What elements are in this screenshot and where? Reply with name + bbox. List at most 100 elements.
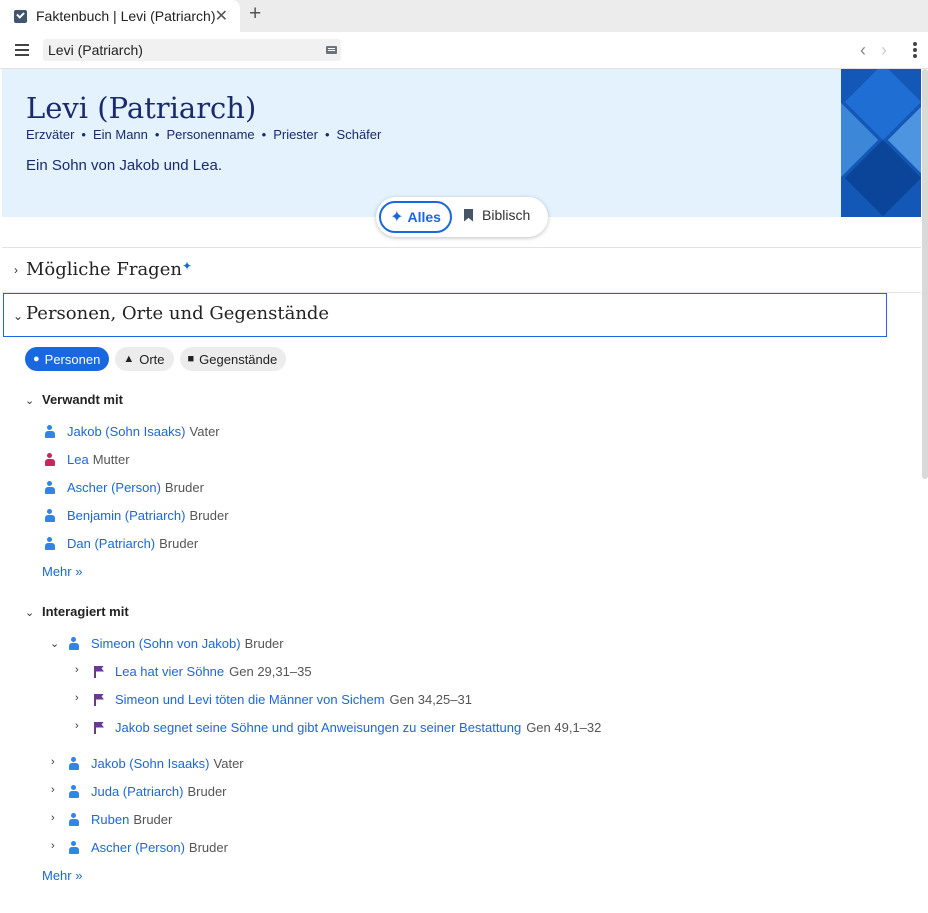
list-item: Juda (Patriarch) Bruder xyxy=(69,784,227,799)
person-link[interactable]: Jakob (Sohn Isaaks) xyxy=(67,424,186,439)
person-icon: ● xyxy=(33,353,40,365)
checkbook-icon xyxy=(14,9,27,23)
chevron-down-icon[interactable]: ⌄ xyxy=(25,394,34,407)
person-link[interactable]: Ruben xyxy=(91,812,129,827)
chevron-right-icon[interactable]: › xyxy=(75,720,79,732)
more-link[interactable]: Mehr » xyxy=(42,564,82,579)
bullet-separator: • xyxy=(81,127,86,142)
person-link[interactable]: Benjamin (Patriarch) xyxy=(67,508,186,523)
mountain-icon: ▲ xyxy=(123,353,135,365)
category-list: Erzväter • Ein Mann • Personenname • Pri… xyxy=(26,127,388,142)
category-item[interactable]: Ein Mann xyxy=(93,127,148,142)
verse-reference: Gen 29,31–35 xyxy=(229,664,312,679)
event-link[interactable]: Simeon und Levi töten die Männer von Sic… xyxy=(115,692,385,707)
flag-icon xyxy=(94,721,104,734)
relation-label: Bruder xyxy=(187,784,227,799)
scrollbar[interactable] xyxy=(922,69,928,479)
chevron-right-icon[interactable]: › xyxy=(51,812,55,824)
chip-gegenstaende-label: Gegenstände xyxy=(199,351,278,367)
chip-personen[interactable]: ● Personen xyxy=(25,347,110,371)
bullet-separator: • xyxy=(154,127,160,142)
category-item[interactable]: Personenname xyxy=(166,127,254,142)
list-item: Ascher (Person) Bruder xyxy=(69,840,228,855)
verse-reference: Gen 49,1–32 xyxy=(526,720,602,735)
relation-label: Bruder xyxy=(188,840,228,855)
person-icon xyxy=(69,813,79,826)
bookmark-icon xyxy=(464,208,473,222)
address-field[interactable]: Levi (Patriarch) xyxy=(43,39,341,61)
person-link[interactable]: Simeon (Sohn von Jakob) xyxy=(91,636,241,651)
chevron-down-icon[interactable]: ⌄ xyxy=(13,309,23,323)
more-options-icon[interactable] xyxy=(913,42,917,60)
person-icon xyxy=(45,481,55,494)
person-icon xyxy=(69,841,79,854)
cube-icon: ■ xyxy=(187,353,195,365)
person-icon xyxy=(45,509,55,522)
list-item: Simeon (Sohn von Jakob) Bruder xyxy=(69,636,284,651)
person-icon xyxy=(69,637,79,650)
divider xyxy=(2,247,921,248)
filter-alles-button[interactable]: ✦ Alles xyxy=(379,201,452,233)
relation-label: Vater xyxy=(189,424,220,439)
category-item[interactable]: Schäfer xyxy=(337,127,382,142)
event-item: Jakob segnet seine Söhne und gibt Anweis… xyxy=(94,720,601,735)
list-item: Ruben Bruder xyxy=(69,812,172,827)
person-link[interactable]: Dan (Patriarch) xyxy=(67,536,155,551)
new-tab-icon[interactable]: + xyxy=(249,3,261,25)
list-item: Lea Mutter xyxy=(45,452,130,467)
section-fragen-title: Mögliche Fragen xyxy=(26,259,182,280)
relation-label: Bruder xyxy=(244,636,284,651)
relation-label: Bruder xyxy=(133,812,173,827)
person-link[interactable]: Juda (Patriarch) xyxy=(91,784,183,799)
person-link[interactable]: Jakob (Sohn Isaaks) xyxy=(91,756,210,771)
tab-bar: Faktenbuch | Levi (Patriarch) ✕ + xyxy=(0,0,928,32)
section-personen-title: Personen, Orte und Gegenstände xyxy=(26,303,330,324)
person-link[interactable]: Ascher (Person) xyxy=(67,480,161,495)
category-item[interactable]: Priester xyxy=(273,127,318,142)
relation-label: Bruder xyxy=(164,480,204,495)
more-link[interactable]: Mehr » xyxy=(42,868,82,883)
close-icon[interactable]: ✕ xyxy=(215,6,228,26)
chevron-right-icon[interactable]: › xyxy=(14,263,18,277)
keyboard-icon[interactable] xyxy=(326,46,337,54)
event-link[interactable]: Lea hat vier Söhne xyxy=(115,664,224,679)
menu-icon[interactable] xyxy=(15,44,29,56)
list-item: Jakob (Sohn Isaaks) Vater xyxy=(45,424,220,439)
hero-artwork xyxy=(841,69,921,217)
person-icon xyxy=(69,785,79,798)
bullet-separator: • xyxy=(261,127,267,142)
event-item: Simeon und Levi töten die Männer von Sic… xyxy=(94,692,472,707)
relation-label: Mutter xyxy=(92,452,130,467)
group-interagiert-title[interactable]: Interagiert mit xyxy=(42,604,129,619)
chevron-right-icon[interactable]: › xyxy=(75,664,79,676)
filter-alles-label: Alles xyxy=(407,209,441,225)
browser-tab[interactable]: Faktenbuch | Levi (Patriarch) ✕ xyxy=(0,0,240,32)
filter-biblisch-button[interactable]: Biblisch xyxy=(464,207,530,223)
chip-personen-label: Personen xyxy=(44,351,101,367)
list-item: Ascher (Person) Bruder xyxy=(45,480,204,495)
person-icon xyxy=(69,757,79,770)
chevron-down-icon[interactable]: ⌄ xyxy=(50,637,59,650)
chevron-right-icon[interactable]: › xyxy=(51,840,55,852)
person-link[interactable]: Lea xyxy=(67,452,89,467)
list-item: Benjamin (Patriarch) Bruder xyxy=(45,508,229,523)
chip-orte-label: Orte xyxy=(139,351,165,367)
chevron-right-icon[interactable]: › xyxy=(51,756,55,768)
chevron-down-icon[interactable]: ⌄ xyxy=(25,606,34,619)
relation-label: Vater xyxy=(213,756,244,771)
chip-gegenstaende[interactable]: ■ Gegenstände xyxy=(179,347,287,371)
sparkle-icon: ✦ xyxy=(390,209,404,226)
person-icon xyxy=(45,425,55,438)
category-item[interactable]: Erzväter xyxy=(26,127,74,142)
event-link[interactable]: Jakob segnet seine Söhne und gibt Anweis… xyxy=(115,720,521,735)
back-icon[interactable]: ‹ xyxy=(860,40,866,61)
chip-orte[interactable]: ▲ Orte xyxy=(115,347,174,371)
filter-biblisch-label: Biblisch xyxy=(482,207,531,223)
group-verwandt-title[interactable]: Verwandt mit xyxy=(42,392,123,407)
person-link[interactable]: Ascher (Person) xyxy=(91,840,185,855)
chevron-right-icon[interactable]: › xyxy=(51,784,55,796)
chevron-right-icon[interactable]: › xyxy=(75,692,79,704)
section-fragen-header[interactable]: Mögliche Fragen✦ xyxy=(26,259,192,280)
hero-banner: Levi (Patriarch) Erzväter • Ein Mann • P… xyxy=(2,69,921,217)
forward-icon[interactable]: › xyxy=(881,40,887,61)
